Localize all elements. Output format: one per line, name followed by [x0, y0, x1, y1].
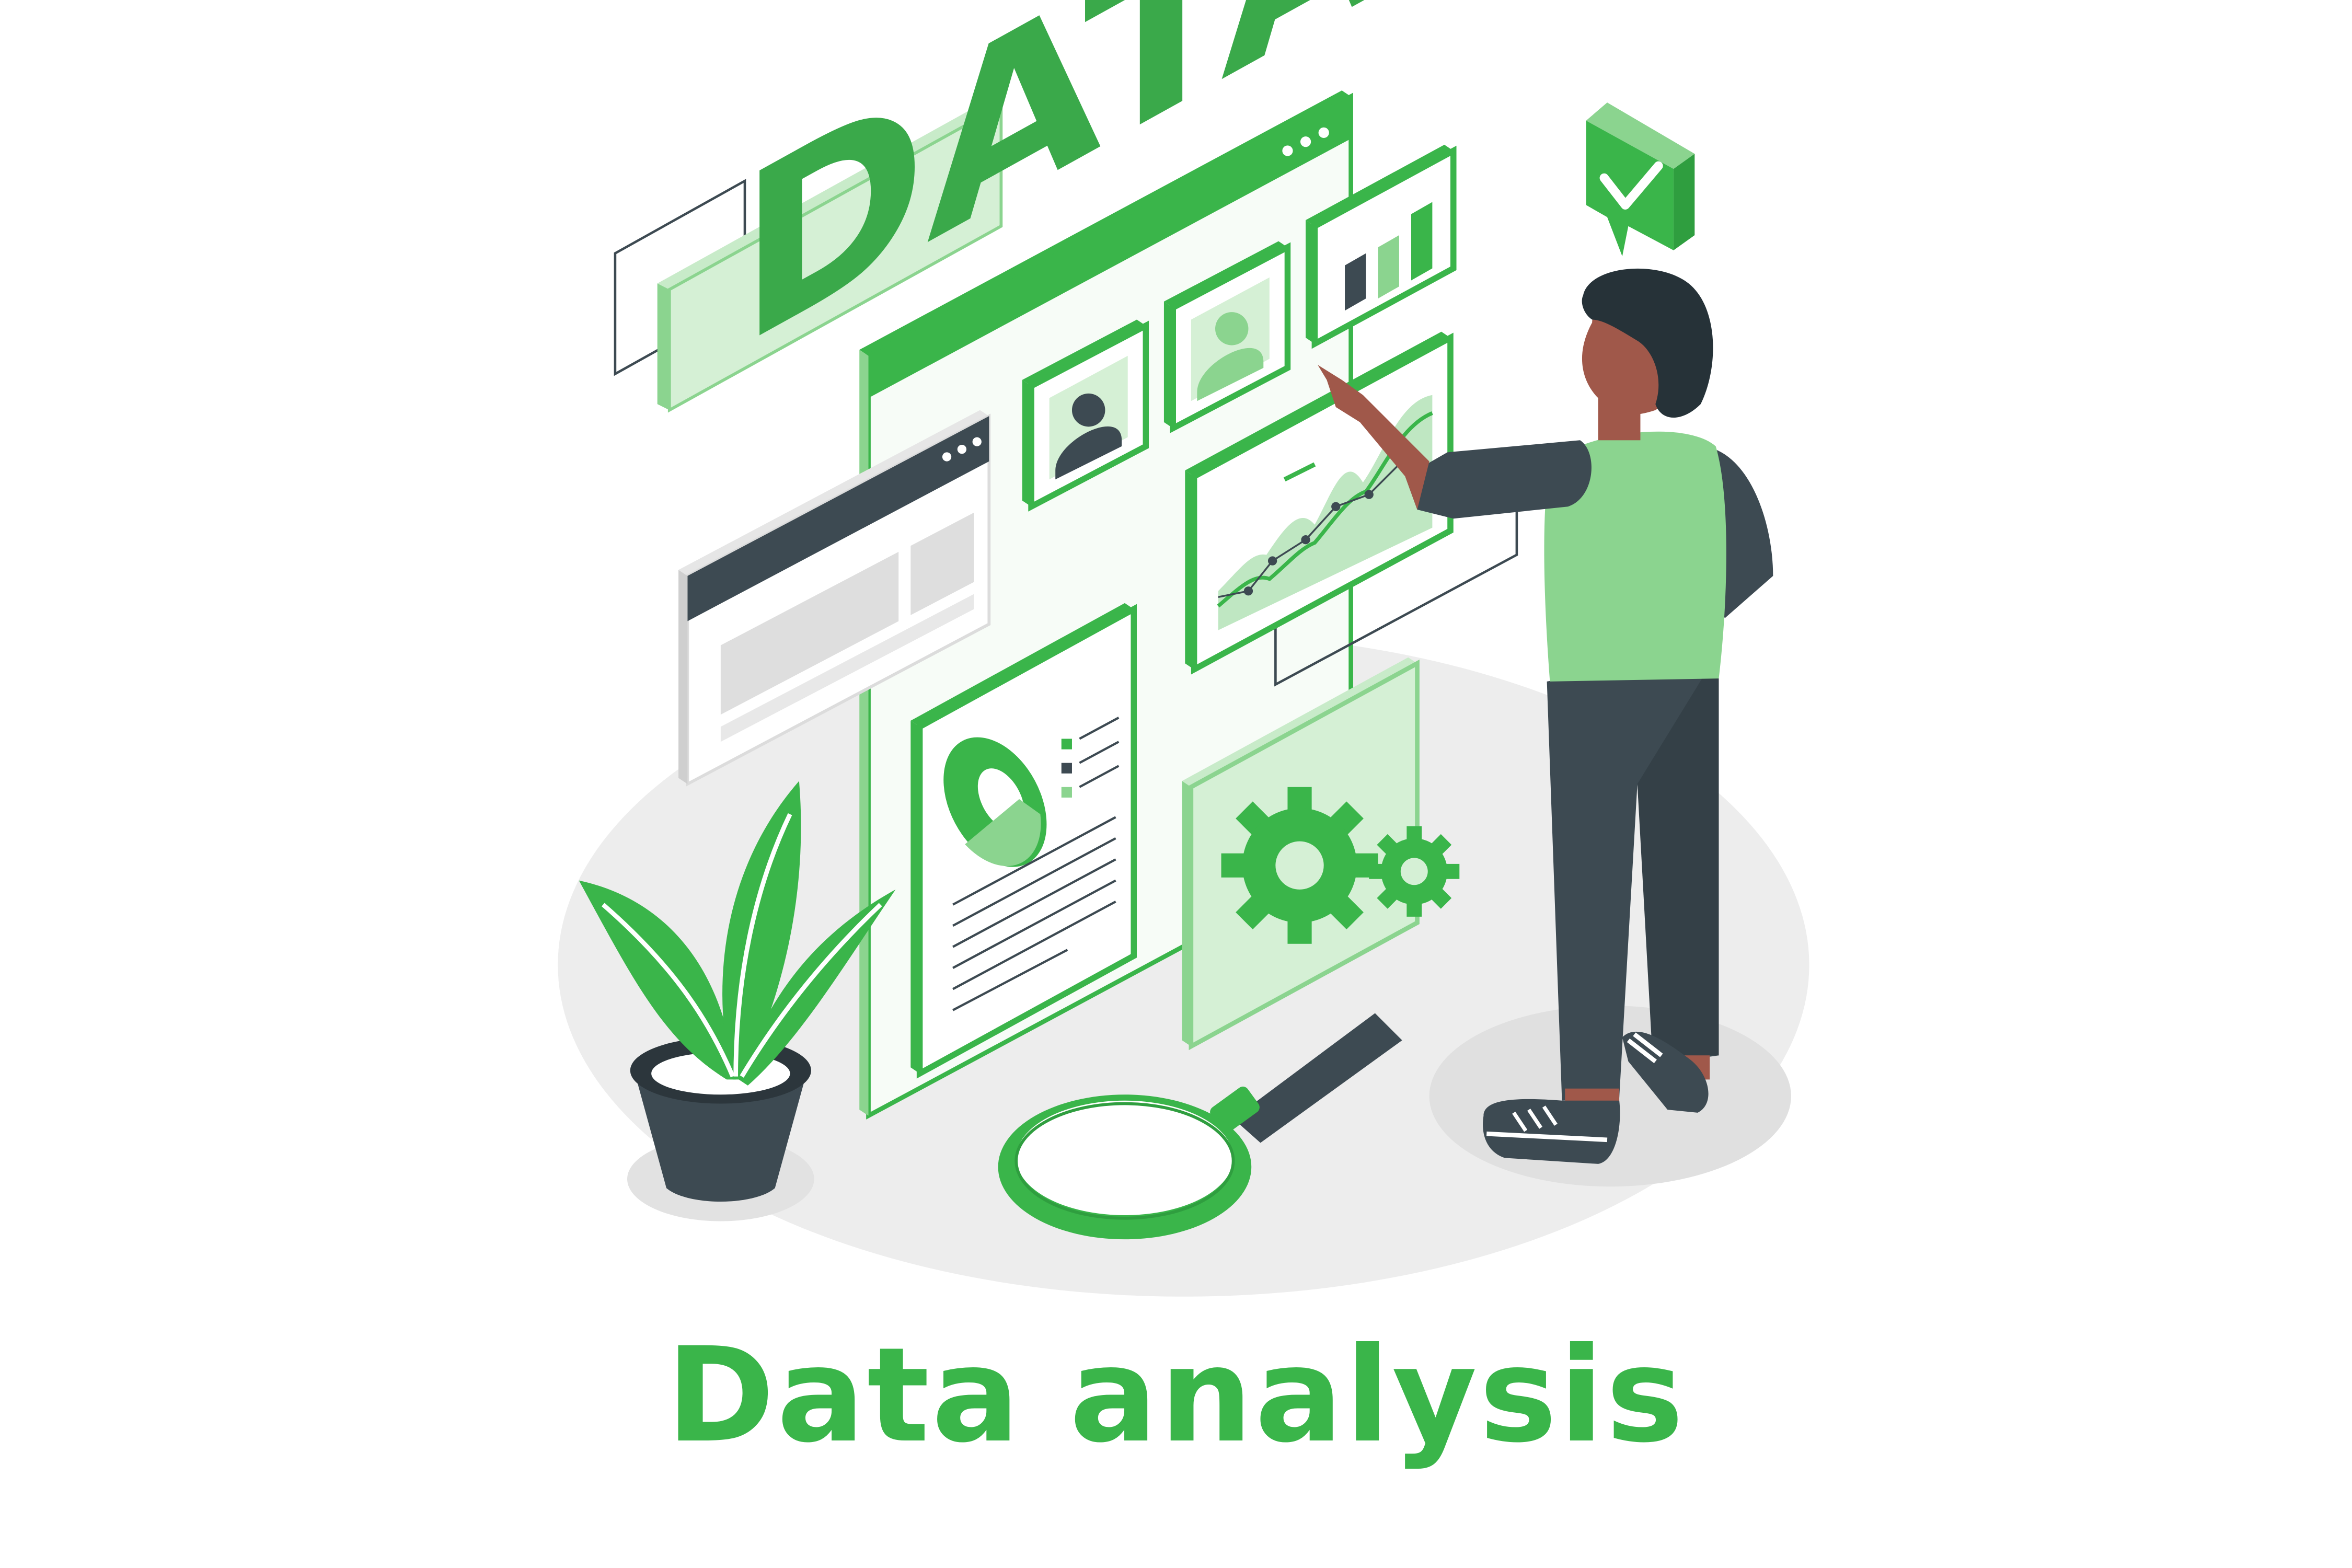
caption-title: Data analysis: [666, 1319, 1686, 1471]
gear-icon: [1369, 826, 1460, 917]
gear-icon: [1221, 787, 1378, 944]
check-badge-icon: [1586, 102, 1695, 257]
